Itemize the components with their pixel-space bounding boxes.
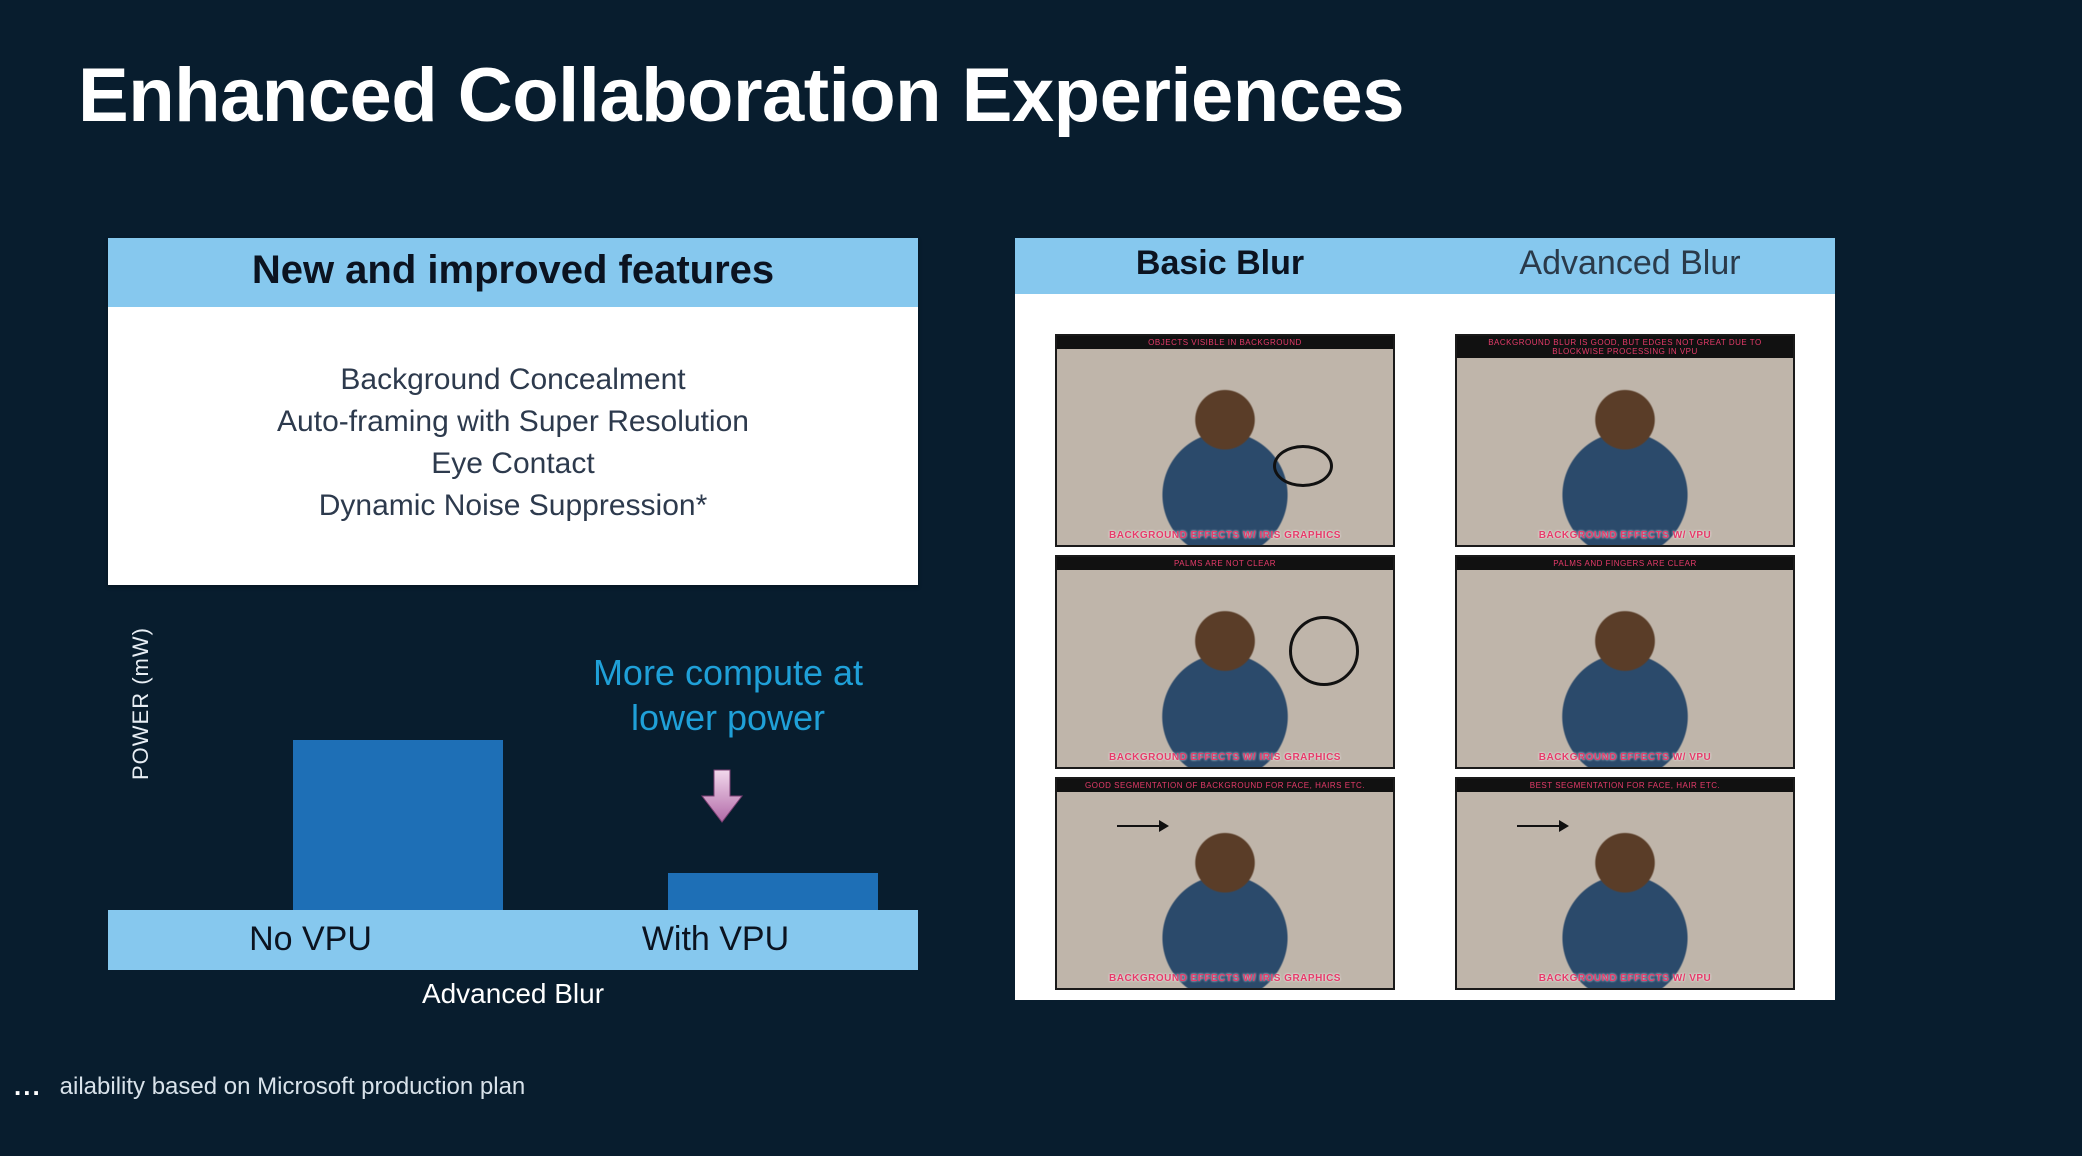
sample-caption-bottom: Background effects w/ VPU (1457, 969, 1793, 988)
page-title: Enhanced Collaboration Experiences (78, 52, 1404, 139)
sample-caption-bottom: Background effects w/ Iris Graphics (1057, 748, 1393, 767)
compare-title-advanced: Advanced Blur (1425, 238, 1835, 294)
feature-item: Dynamic Noise Suppression* (128, 485, 898, 527)
bar-no-vpu (293, 740, 503, 910)
advanced-blur-sample: Background blur is good, but edges not g… (1455, 334, 1795, 547)
comparison-card: Basic Blur Advanced Blur Objects visible… (1015, 238, 1835, 1000)
basic-blur-sample: Palms are not clear Background effects w… (1055, 555, 1395, 768)
advanced-blur-column: Background blur is good, but edges not g… (1455, 334, 1795, 990)
bars-zone (178, 620, 918, 910)
comparison-body: Objects visible in background Background… (1015, 294, 1835, 1000)
annotation-circle-icon (1273, 445, 1333, 487)
sample-caption-top: Best segmentation for face, hair etc. (1457, 779, 1793, 792)
sample-caption-bottom: Background effects w/ Iris Graphics (1057, 969, 1393, 988)
feature-item: Eye Contact (128, 443, 898, 485)
features-card: New and improved features Background Con… (108, 238, 918, 585)
person-silhouette-icon (1124, 821, 1326, 988)
basic-blur-sample: Objects visible in background Background… (1055, 334, 1395, 547)
sample-caption-top: Background blur is good, but edges not g… (1457, 336, 1793, 358)
person-silhouette-icon (1524, 378, 1726, 545)
sample-caption-bottom: Background effects w/ VPU (1457, 526, 1793, 545)
features-list: Background Concealment Auto-framing with… (108, 307, 918, 585)
person-silhouette-icon (1124, 599, 1326, 766)
footer: ... ailability based on Microsoft produc… (0, 1071, 525, 1102)
sample-caption-top: Palms and fingers are clear (1457, 557, 1793, 570)
sample-caption-top: Objects visible in background (1057, 336, 1393, 349)
feature-item: Auto-framing with Super Resolution (128, 401, 898, 443)
power-chart: POWER (mW) More compute at lower power N… (108, 620, 918, 1010)
basic-blur-column: Objects visible in background Background… (1055, 334, 1395, 990)
sample-caption-bottom: Background effects w/ Iris Graphics (1057, 526, 1393, 545)
slide: Enhanced Collaboration Experiences New a… (0, 0, 2082, 1156)
compare-title-basic: Basic Blur (1015, 238, 1425, 294)
advanced-blur-sample: Palms and fingers are clear Background e… (1455, 555, 1795, 768)
bar-with-vpu (668, 873, 878, 910)
person-silhouette-icon (1524, 821, 1726, 988)
sample-caption-bottom: Background effects w/ VPU (1457, 748, 1793, 767)
x-label-with-vpu: With VPU (513, 910, 918, 970)
footer-note: ailability based on Microsoft production… (60, 1073, 526, 1101)
sample-caption-top: Good segmentation of background for face… (1057, 779, 1393, 792)
y-axis-label: POWER (mW) (128, 627, 154, 780)
features-header: New and improved features (108, 238, 918, 307)
person-silhouette-icon (1524, 599, 1726, 766)
comparison-header: Basic Blur Advanced Blur (1015, 238, 1835, 294)
annotation-arrow-icon (1517, 825, 1567, 827)
annotation-arrow-icon (1117, 825, 1167, 827)
advanced-blur-sample: Best segmentation for face, hair etc. Ba… (1455, 777, 1795, 990)
x-axis-labels: No VPU With VPU (108, 910, 918, 970)
sample-caption-top: Palms are not clear (1057, 557, 1393, 570)
x-label-no-vpu: No VPU (108, 910, 513, 970)
annotation-circle-icon (1289, 616, 1359, 686)
chart-title: Advanced Blur (108, 978, 918, 1010)
basic-blur-sample: Good segmentation of background for face… (1055, 777, 1395, 990)
ellipsis-icon[interactable]: ... (8, 1071, 48, 1102)
feature-item: Background Concealment (128, 359, 898, 401)
